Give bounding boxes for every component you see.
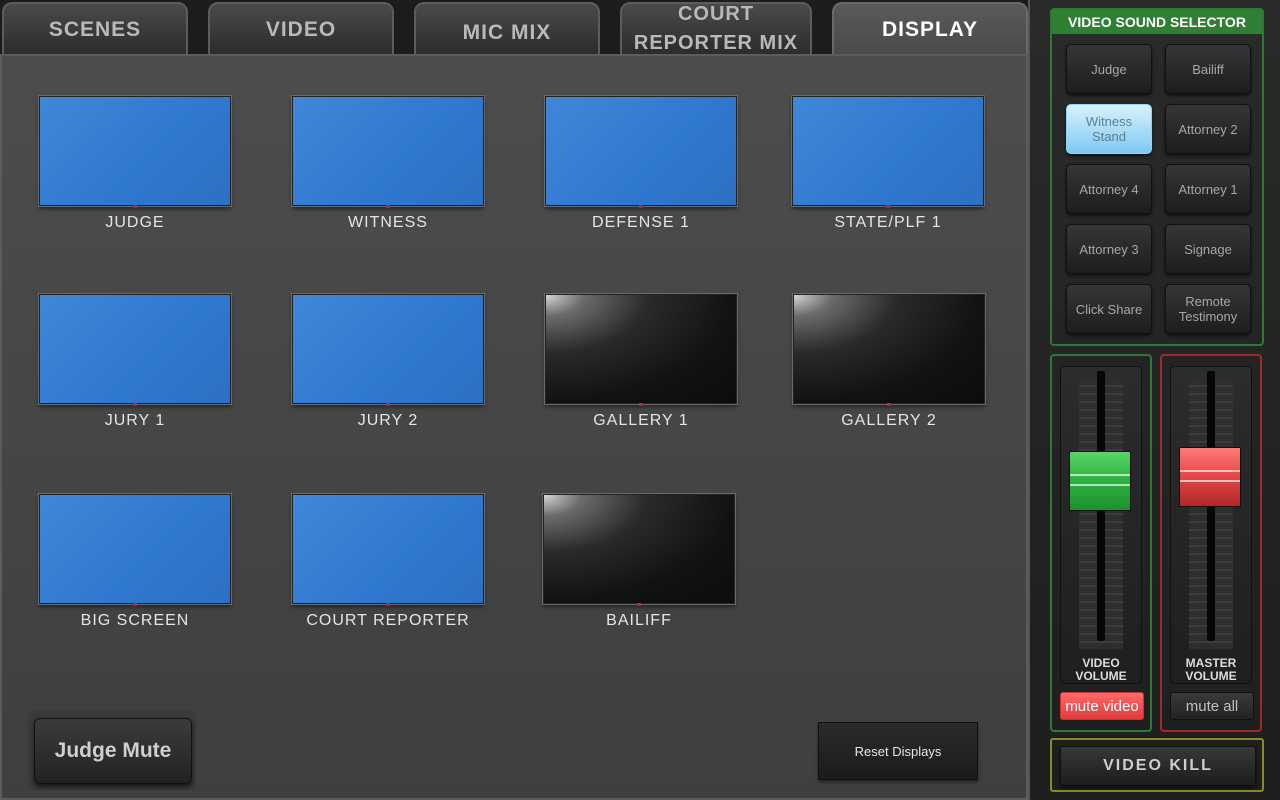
mute-video-button[interactable]: mute video	[1060, 692, 1144, 720]
source-witness-stand-button[interactable]: Witness Stand	[1066, 104, 1152, 154]
display-screen	[292, 494, 484, 606]
source-attorney-4-button[interactable]: Attorney 4	[1066, 164, 1152, 214]
mute-all-button[interactable]: mute all	[1170, 692, 1254, 720]
display-label: JUDGE	[105, 214, 165, 231]
reset-displays-button[interactable]: Reset Displays	[818, 722, 978, 780]
tab-video[interactable]: VIDEO	[208, 2, 394, 54]
source-attorney-3-button[interactable]: Attorney 3	[1066, 224, 1152, 274]
display-state-plf-1[interactable]: STATE/PLF 1	[792, 96, 984, 246]
display-witness[interactable]: WITNESS	[292, 96, 484, 246]
display-label: STATE/PLF 1	[834, 214, 942, 231]
master-volume-fader-group: MASTER VOLUME mute all	[1160, 354, 1262, 732]
display-screen	[545, 294, 737, 406]
display-label: COURT REPORTER	[306, 612, 470, 629]
display-screen	[39, 294, 231, 406]
video-sound-selector: VIDEO SOUND SELECTOR Judge Bailiff Witne…	[1050, 8, 1264, 346]
master-volume-track: MASTER VOLUME	[1170, 366, 1252, 684]
display-screen	[292, 294, 484, 406]
video-volume-fader-group: VIDEO VOLUME mute video	[1050, 354, 1152, 732]
source-remote-testimony-button[interactable]: Remote Testimony	[1165, 284, 1251, 334]
display-jury-2[interactable]: JURY 2	[292, 294, 484, 444]
master-volume-label: MASTER VOLUME	[1185, 656, 1237, 683]
tab-mic-mix[interactable]: MIC MIX	[414, 2, 600, 54]
display-label: WITNESS	[348, 214, 428, 231]
tab-bar: SCENES VIDEO MIC MIX COURT REPORTER MIX …	[0, 0, 1028, 56]
tab-scenes[interactable]: SCENES	[2, 2, 188, 54]
display-screen	[545, 96, 737, 208]
judge-mute-button[interactable]: Judge Mute	[34, 718, 192, 784]
display-screen	[543, 494, 735, 606]
display-label: BIG SCREEN	[80, 612, 190, 629]
source-click-share-button[interactable]: Click Share	[1066, 284, 1152, 334]
display-screen	[39, 96, 231, 208]
video-volume-label: VIDEO VOLUME	[1075, 656, 1127, 683]
display-label: DEFENSE 1	[592, 214, 690, 231]
source-attorney-1-button[interactable]: Attorney 1	[1165, 164, 1251, 214]
display-panel: JUDGE WITNESS DEFENSE 1 STATE/PLF 1 JURY…	[0, 54, 1028, 800]
display-label: JURY 2	[357, 412, 419, 429]
tab-display[interactable]: DISPLAY	[832, 2, 1028, 54]
video-kill-button[interactable]: VIDEO KILL	[1060, 746, 1256, 786]
video-volume-slider-handle[interactable]	[1069, 450, 1131, 511]
display-defense-1[interactable]: DEFENSE 1	[545, 96, 737, 246]
video-volume-track: VIDEO VOLUME	[1060, 366, 1142, 684]
display-label: GALLERY 2	[841, 412, 937, 429]
display-court-reporter[interactable]: COURT REPORTER	[292, 494, 484, 644]
source-signage-button[interactable]: Signage	[1165, 224, 1251, 274]
video-kill-frame: VIDEO KILL	[1050, 738, 1264, 792]
display-jury-1[interactable]: JURY 1	[39, 294, 231, 444]
display-gallery-1[interactable]: GALLERY 1	[545, 294, 737, 444]
video-sound-selector-title: VIDEO SOUND SELECTOR	[1052, 10, 1262, 34]
source-bailiff-button[interactable]: Bailiff	[1165, 44, 1251, 94]
audio-side-panel: VIDEO SOUND SELECTOR Judge Bailiff Witne…	[1028, 0, 1280, 800]
source-attorney-2-button[interactable]: Attorney 2	[1165, 104, 1251, 154]
display-big-screen[interactable]: BIG SCREEN	[39, 494, 231, 644]
display-judge[interactable]: JUDGE	[39, 96, 231, 246]
display-label: GALLERY 1	[593, 412, 689, 429]
judge-mute-frame: Judge Mute	[28, 710, 196, 790]
display-screen	[292, 96, 484, 208]
display-gallery-2[interactable]: GALLERY 2	[793, 294, 985, 444]
display-screen	[39, 494, 231, 606]
display-label: BAILIFF	[606, 612, 672, 629]
master-volume-slider-handle[interactable]	[1179, 446, 1241, 507]
display-label: JURY 1	[104, 412, 166, 429]
source-judge-button[interactable]: Judge	[1066, 44, 1152, 94]
display-screen	[792, 96, 984, 208]
display-screen	[793, 294, 985, 406]
display-bailiff[interactable]: BAILIFF	[543, 494, 735, 644]
tab-court-reporter-mix[interactable]: COURT REPORTER MIX	[620, 2, 812, 54]
